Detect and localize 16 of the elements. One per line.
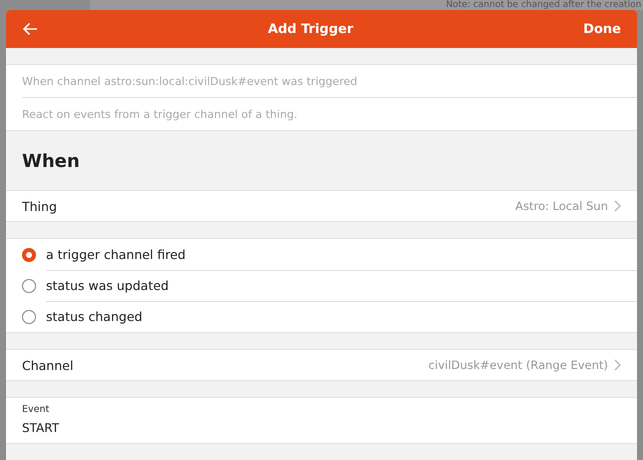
chevron-right-icon: [614, 200, 621, 212]
dialog-title: Add Trigger: [266, 22, 354, 36]
done-button[interactable]: Done: [583, 22, 621, 36]
section-title: When: [21, 150, 81, 174]
back-arrow-icon[interactable]: [22, 22, 38, 36]
chevron-right-icon: [614, 359, 621, 371]
radio-option[interactable]: a trigger channel fired: [6, 239, 637, 270]
radio-button[interactable]: [22, 248, 36, 262]
event-field[interactable]: Event START: [6, 397, 637, 444]
background-note: Note: cannot be changed after the creation: [90, 0, 643, 10]
summary-text: When channel astro:sun:local:civilDusk#event was triggered: [22, 65, 637, 98]
radio-button[interactable]: [22, 310, 36, 324]
radio-option[interactable]: status changed: [6, 301, 637, 332]
summary-text: React on events from a trigger channel of a thing.: [22, 106, 298, 122]
radio-button[interactable]: [22, 278, 36, 292]
radio-option[interactable]: status was updated: [6, 270, 637, 301]
